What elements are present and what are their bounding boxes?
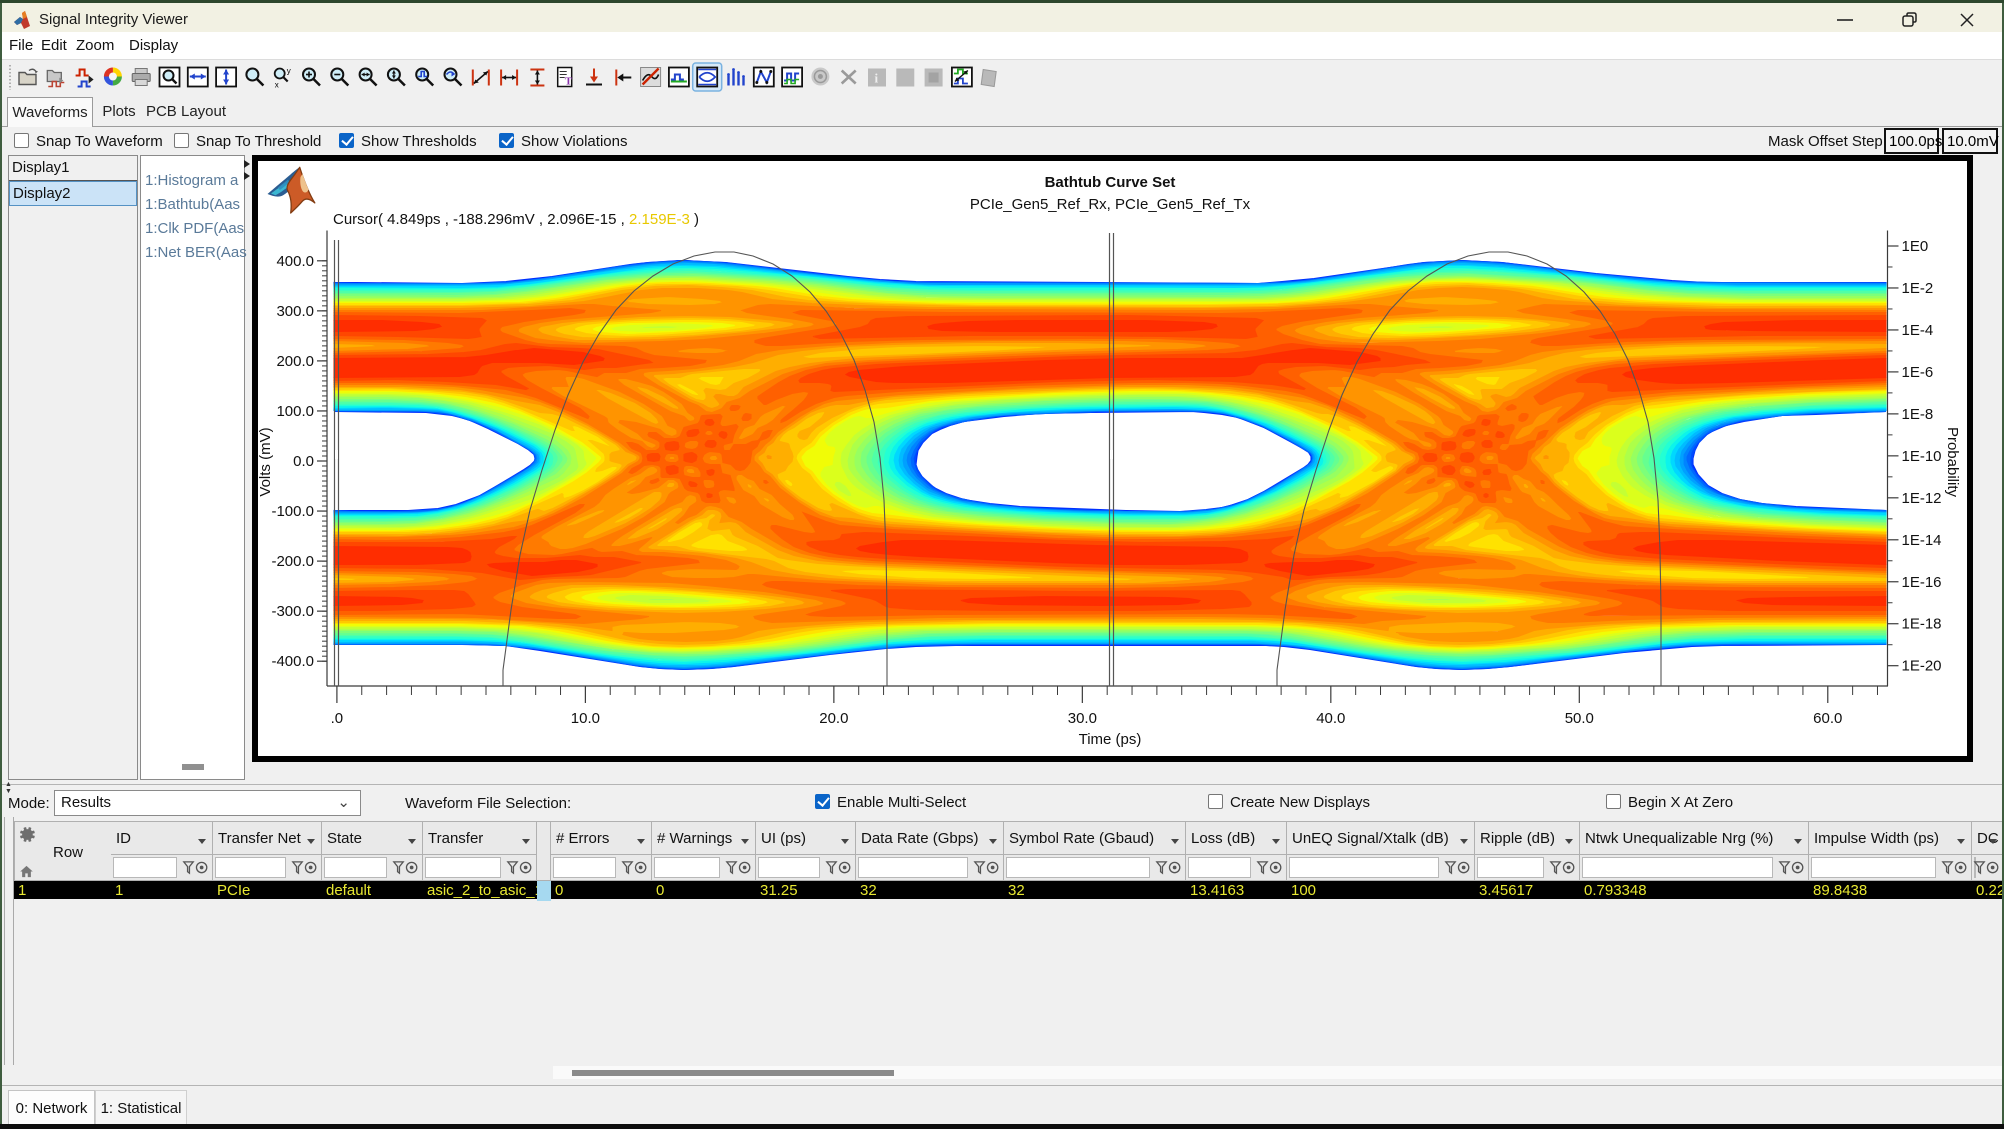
svg-text:1E-20: 1E-20 [1902,658,1942,675]
svg-text:1E-18: 1E-18 [1902,616,1942,633]
svg-text:300.0: 300.0 [276,303,314,320]
svg-text:T: T [565,76,573,88]
svg-text:-400.0: -400.0 [271,653,314,670]
svg-text:60.0: 60.0 [1813,710,1842,727]
svg-text:1E-4: 1E-4 [1902,322,1934,339]
svg-text:100.0: 100.0 [276,403,314,420]
svg-text:40.0: 40.0 [1316,710,1345,727]
svg-text:30.0: 30.0 [1068,710,1097,727]
svg-text:10.0: 10.0 [571,710,600,727]
svg-text:-100.0: -100.0 [271,503,314,520]
svg-text:1E0: 1E0 [1902,238,1929,255]
svg-text:20.0: 20.0 [819,710,848,727]
svg-text:400.0: 400.0 [276,253,314,270]
svg-text:Probability: Probability [1944,427,1961,498]
svg-text:1E-10: 1E-10 [1902,448,1942,465]
svg-text:1E-16: 1E-16 [1902,574,1942,591]
svg-text:1E-12: 1E-12 [1902,490,1942,507]
svg-text:.0: .0 [331,710,344,727]
svg-text:y: y [287,67,291,76]
svg-text:1E-8: 1E-8 [1902,406,1934,423]
svg-text:-200.0: -200.0 [271,553,314,570]
svg-text:-300.0: -300.0 [271,603,314,620]
svg-text:x: x [275,81,279,90]
svg-text:1E-6: 1E-6 [1902,364,1934,381]
svg-text:Time (ps): Time (ps) [1079,731,1142,748]
svg-text:0.0: 0.0 [293,453,314,470]
svg-text:50.0: 50.0 [1565,710,1594,727]
svg-text:200.0: 200.0 [276,353,314,370]
svg-text:1E-14: 1E-14 [1902,532,1942,549]
svg-text:Volts (mV): Volts (mV) [258,427,274,496]
svg-text:i: i [875,71,879,86]
svg-text:1E-2: 1E-2 [1902,280,1934,297]
